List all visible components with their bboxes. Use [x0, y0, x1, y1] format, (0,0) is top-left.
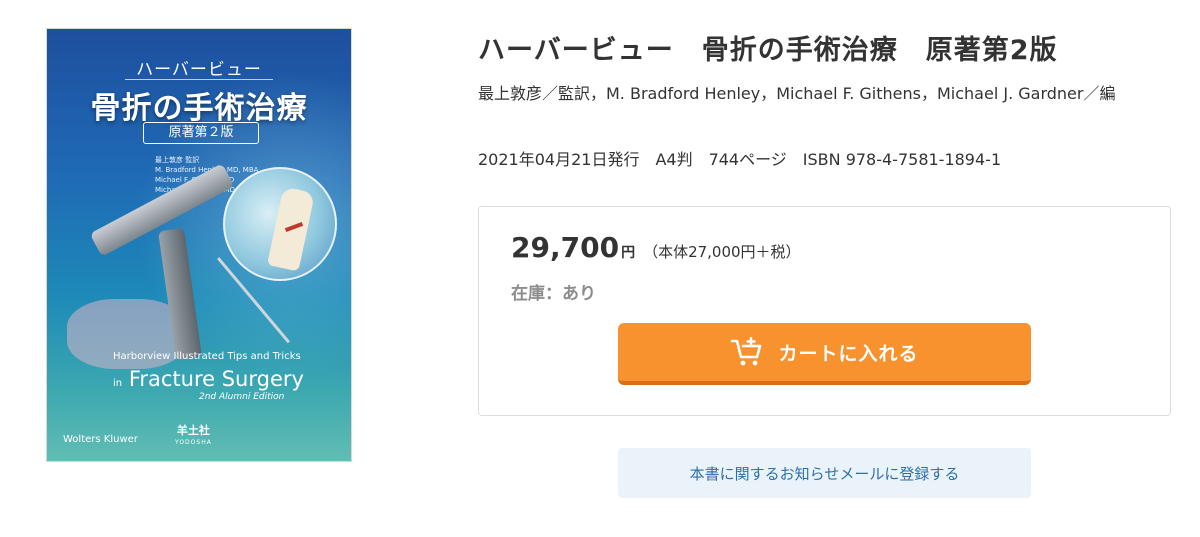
purchase-box: 29,700 円 （本体27,000円＋税） 在庫：あり カートに入れる [478, 206, 1171, 416]
cover-english-subtitle: Harborview Illustrated Tips and Tricks [113, 351, 301, 362]
price-value: 29,700 [511, 231, 620, 264]
cover-edition: 原著第２版 [143, 122, 259, 144]
stock-status: 在庫：あり [511, 284, 596, 304]
add-to-cart-button[interactable]: カートに入れる [618, 323, 1031, 385]
cover-rule [125, 79, 273, 80]
product-title: ハーバービュー 骨折の手術治療 原著第2版 [478, 35, 1058, 66]
cover-title: 骨折の手術治療 [90, 91, 308, 126]
cover-english-edition: 2nd Alumni Edition [199, 392, 285, 402]
cover-editor: 最上敦彦 監訳 [155, 156, 200, 164]
cover-publisher-wolters-kluwer: Wolters Kluwer [63, 434, 138, 445]
cover-publisher-yodosha-jp: 羊土社 [176, 424, 210, 437]
price-currency: 円 [621, 245, 636, 261]
product-editors: 最上敦彦／監訳，M. Bradford Henley，Michael F. Gi… [478, 84, 1116, 103]
cover-english-in: in [113, 378, 123, 389]
cart-plus-icon [731, 337, 762, 366]
product-meta: 2021年04月21日発行 A4判 744ページ ISBN 978-4-7581… [478, 150, 1002, 169]
cover-english-title: in Fracture Surgery [113, 367, 304, 391]
book-cover-image: ハーバービュー 骨折の手術治療 原著第２版 最上敦彦 監訳 M. Bradfor… [46, 28, 352, 462]
cover-publisher-yodosha: 羊土社 YODOSHA [175, 425, 212, 449]
cover-publisher-yodosha-en: YODOSHA [175, 439, 212, 446]
cover-english-title-text: Fracture Surgery [128, 367, 304, 391]
price-note: （本体27,000円＋税） [643, 243, 801, 261]
notify-email-signup-button[interactable]: 本書に関するお知らせメールに登録する [618, 448, 1031, 498]
price-row: 29,700 円 （本体27,000円＋税） [511, 231, 801, 264]
cover-subtitle: ハーバービュー [136, 60, 262, 80]
add-to-cart-label: カートに入れる [778, 342, 919, 365]
